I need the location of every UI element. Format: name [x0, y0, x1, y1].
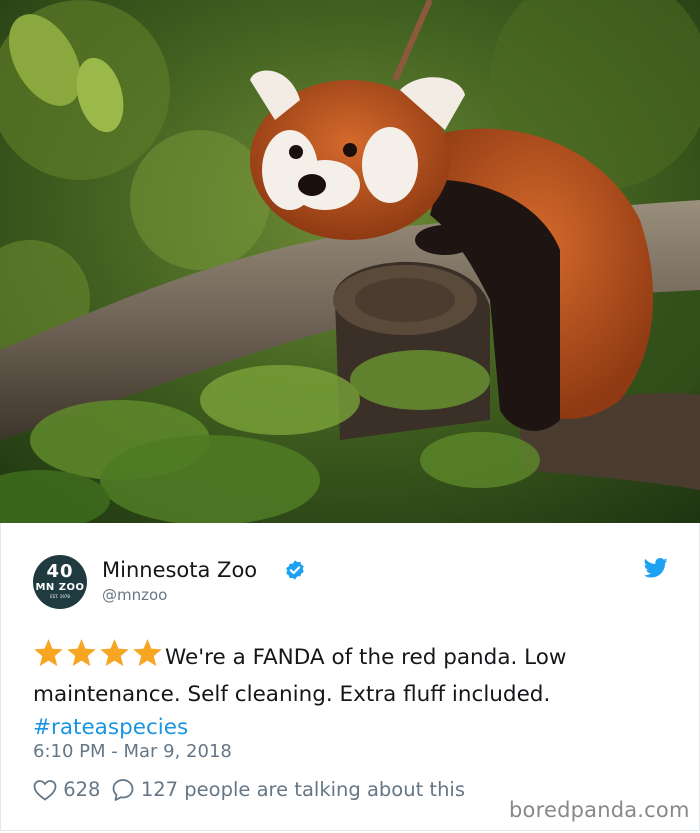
tweet-timestamp[interactable]: 6:10 PM - Mar 9, 2018	[33, 741, 232, 762]
tweet-text: We're a FANDA of the red panda. Low main…	[33, 639, 673, 744]
avatar-line: MN ZOO	[35, 582, 85, 593]
heart-outline-icon[interactable]	[33, 779, 57, 801]
star-icon	[100, 639, 129, 667]
talking-text[interactable]: people are talking about this	[184, 778, 465, 801]
verified-badge-icon	[286, 560, 304, 580]
account-handle[interactable]: @mnzoo	[102, 586, 167, 604]
star-icon	[34, 639, 63, 667]
star-icon	[67, 639, 96, 667]
speech-bubble-icon[interactable]	[111, 778, 135, 802]
account-avatar[interactable]: 40 MN ZOO EST. 1978	[33, 555, 87, 609]
tweet-card: 40 MN ZOO EST. 1978 Minnesota Zoo @mnzoo…	[0, 523, 700, 831]
like-count[interactable]: 628	[63, 778, 100, 801]
star-icon	[133, 639, 162, 667]
reply-count[interactable]: 127	[141, 778, 178, 801]
tweet-actions: 628 127 people are talking about this	[33, 777, 465, 802]
star-rating	[33, 639, 165, 678]
hashtag-link[interactable]: #rateaspecies	[33, 711, 673, 744]
twitter-bird-icon[interactable]	[644, 558, 668, 578]
avatar-number: 40	[46, 561, 74, 582]
account-name[interactable]: Minnesota Zoo	[102, 558, 257, 582]
boredpanda-watermark: boredpanda.com	[505, 798, 696, 822]
avatar-small-text: EST. 1978	[50, 594, 70, 599]
red-panda-photo	[0, 0, 700, 523]
